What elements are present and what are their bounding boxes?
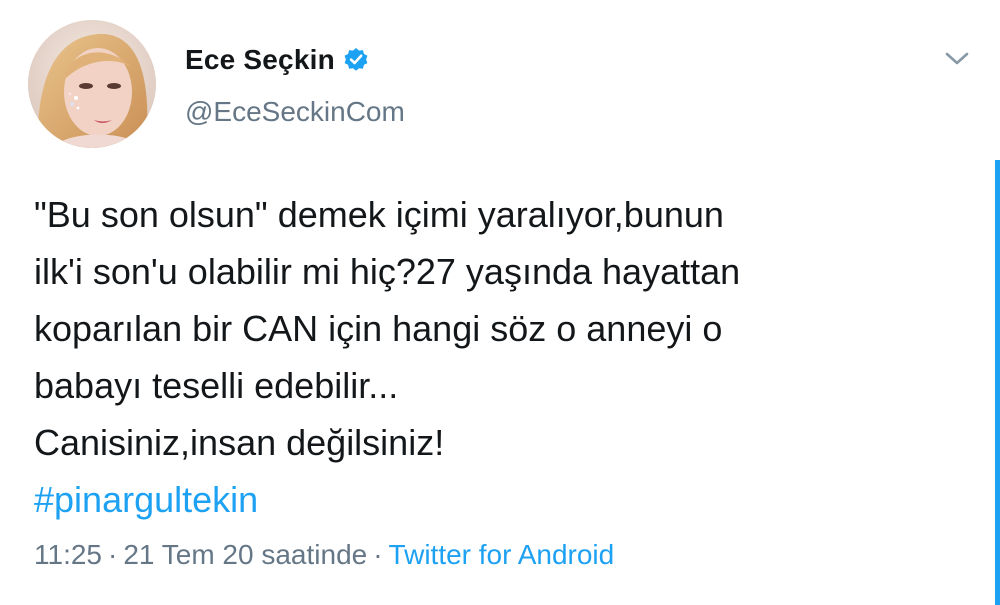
user-name-row[interactable]: Ece Seçkin (185, 38, 369, 82)
tweet-time[interactable]: 11:25 (34, 539, 102, 570)
tweet-text: "Bu son olsun" demek içimi yaralıyor,bun… (34, 186, 964, 528)
tweet-text-line: "Bu son olsun" demek içimi yaralıyor,bun… (34, 194, 724, 235)
tweet-source-link[interactable]: Twitter for Android (389, 539, 615, 570)
tweet-text-line: Canisiniz,insan değilsiniz! (34, 422, 445, 463)
hashtag-link[interactable]: #pinargultekin (34, 471, 964, 528)
avatar-image (28, 20, 156, 148)
scroll-indicator (995, 160, 1000, 605)
chevron-down-icon[interactable] (940, 44, 974, 72)
user-handle[interactable]: @EceSeckinCom (185, 96, 405, 128)
meta-separator: · (108, 539, 118, 570)
tweet-date[interactable]: 21 Tem 20 saatinde (123, 539, 367, 570)
display-name[interactable]: Ece Seçkin (185, 44, 335, 76)
tweet-text-line: ilk'i son'u olabilir mi hiç?27 yaşında h… (34, 251, 741, 292)
meta-separator: · (373, 539, 383, 570)
tweet-meta: 11:25 · 21 Tem 20 saatinde · Twitter for And… (34, 539, 614, 571)
tweet-text-line: koparılan bir CAN için hangi söz o anney… (34, 308, 723, 349)
verified-badge-icon (343, 47, 369, 73)
tweet-card[interactable]: Ece Seçkin @EceSeckinCom "Bu son olsun" … (0, 0, 1000, 605)
avatar[interactable] (28, 20, 156, 148)
tweet-text-line: babayı teselli edebilir... (34, 365, 399, 406)
